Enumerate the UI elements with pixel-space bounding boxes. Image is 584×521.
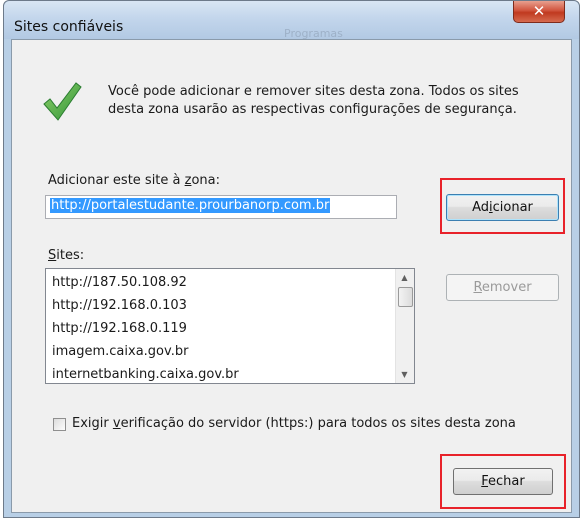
sites-label: Sites: [48,248,85,263]
list-item[interactable]: http://192.168.0.103 [52,295,392,318]
trusted-sites-dialog: Sites confiáveis Programas ✕ Você pode a… [3,0,580,518]
dialog-body: Você pode adicionar e remover sites dest… [11,39,572,513]
list-item[interactable]: imagem.caixa.gov.br [52,341,392,364]
zone-description: Você pode adicionar e remover sites dest… [108,83,568,119]
list-item[interactable]: http://192.168.0.119 [52,318,392,341]
https-required-label[interactable]: Exigir verificação do servidor (https:) … [72,416,516,431]
close-icon[interactable]: ✕ [513,1,565,23]
scroll-thumb[interactable] [398,287,413,307]
https-required-checkbox[interactable] [53,418,66,431]
title-bar[interactable]: Sites confiáveis Programas ✕ [4,1,579,40]
sites-list[interactable]: http://187.50.108.92 http://192.168.0.10… [45,268,415,384]
scroll-down-icon[interactable]: ▼ [396,366,413,383]
list-item[interactable]: internetbanking.caixa.gov.br [52,364,392,383]
add-site-label: Adicionar este site à zona: [48,173,221,188]
dialog-title: Sites confiáveis [14,19,124,35]
green-checkmark-icon [43,82,82,121]
highlight-box-close [440,454,566,509]
remove-button[interactable]: Remover [446,274,559,301]
description-line-2: desta zona usarão as respectivas configu… [108,102,517,117]
sites-scrollbar[interactable]: ▲ ▼ [395,269,414,383]
list-item[interactable]: http://187.50.108.92 [52,272,392,295]
scroll-up-icon[interactable]: ▲ [396,269,413,286]
highlight-box-add [440,178,565,234]
site-url-input[interactable]: http://portalestudante.prourbanorp.com.b… [45,195,397,219]
site-url-value: http://portalestudante.prourbanorp.com.b… [50,198,331,213]
description-line-1: Você pode adicionar e remover sites dest… [108,84,519,99]
